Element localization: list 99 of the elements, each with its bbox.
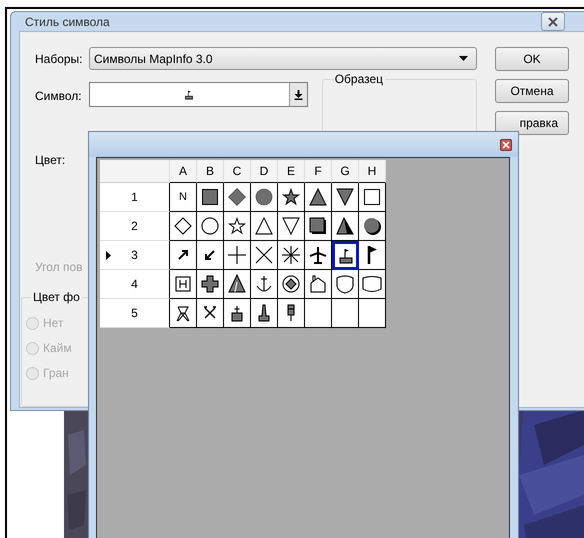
star-outline-icon [227,216,247,236]
dialog-button[interactable]: OK [495,47,569,71]
group-title: Цвет фо [31,290,82,304]
window-title: Стиль символа [25,14,110,28]
diamond-outline-icon [173,216,193,236]
symbol-cell[interactable] [278,212,305,241]
symbol-cell[interactable] [278,270,305,299]
shield-icon [335,274,355,294]
symbol-icon [183,88,196,100]
symbol-cell[interactable] [251,212,278,241]
symbol-cell[interactable] [197,183,224,212]
square-shadow-icon [308,216,328,236]
symbol-cell[interactable] [251,270,278,299]
circle-filled-icon [254,187,274,207]
triangle-outline-icon [254,216,274,236]
symbol-cell[interactable] [224,299,251,328]
sphere-icon [362,216,382,236]
row-header[interactable]: 2 [100,212,170,241]
symbol-cell[interactable] [251,183,278,212]
symbol-cell[interactable] [305,183,332,212]
column-header: E [278,160,305,183]
triangle-down-filled-icon [335,187,355,207]
field-label: Цвет: [35,153,66,167]
dialog-button[interactable]: правка [495,111,569,135]
sets-dropdown[interactable]: Символы MapInfo 3.0 [89,47,477,70]
column-header: A [170,160,197,183]
anchor-icon [254,274,274,294]
column-header: H [359,160,386,183]
field-label: Наборы: [35,52,84,66]
symbol-cell[interactable] [197,270,224,299]
symbol-cell[interactable] [278,241,305,270]
symbol-cell[interactable] [332,183,359,212]
symbol-cell[interactable] [305,241,332,270]
column-header: G [332,160,359,183]
row-header[interactable]: 5 [100,299,170,328]
column-header: F [305,160,332,183]
symbol-cell[interactable] [170,212,197,241]
symbol-cell[interactable] [197,299,224,328]
symbol-cell[interactable] [170,241,197,270]
symbol-cell[interactable] [224,270,251,299]
close-button[interactable] [541,12,565,31]
symbol-cell[interactable] [278,299,305,328]
symbol-cell[interactable] [359,183,386,212]
symbol-cell[interactable] [305,299,332,328]
tent-icon [227,274,247,294]
circle-outline-icon [200,216,220,236]
cross-icon [254,245,274,265]
target-icon [281,274,301,294]
field-label: Символ: [35,89,83,103]
group-title: Образец [332,72,386,86]
triangle-filled-icon [308,187,328,207]
close-icon [547,16,559,26]
symbol-cell[interactable] [197,241,224,270]
star-filled-icon [281,187,301,207]
symbol-cell[interactable] [359,212,386,241]
symbol-cell[interactable] [224,241,251,270]
symbol-cell[interactable] [197,212,224,241]
column-header: C [224,160,251,183]
symbol-cell[interactable] [251,299,278,328]
symbol-cell[interactable] [278,183,305,212]
diamond-filled-icon [227,187,247,207]
dropdown-arrow-icon [459,56,468,62]
symbol-dropdown[interactable] [88,82,308,107]
plus-icon [227,245,247,265]
house-icon [308,274,328,294]
shield-wide-icon [362,274,382,294]
symbol-cell[interactable] [305,212,332,241]
symbol-cell[interactable] [224,183,251,212]
symbol-cell[interactable]: N [170,183,197,212]
dropdown-arrow-icon [294,89,303,100]
square-filled-icon [200,187,220,207]
row-header[interactable]: 1 [100,183,170,212]
symbol-cell[interactable] [359,299,386,328]
airplane-icon [308,245,328,265]
symbol-cell[interactable] [170,299,197,328]
column-header: B [197,160,224,183]
symbol-cell[interactable] [332,299,359,328]
dialog-button[interactable]: Отмена [495,79,569,103]
symbol-cell[interactable] [332,241,359,270]
close-button[interactable] [500,138,512,150]
row-header[interactable]: 4 [100,270,170,299]
symbol-cell[interactable] [332,212,359,241]
cross-filled-icon [200,274,220,294]
pyramid-icon [335,216,355,236]
column-header: D [251,160,278,183]
triangle-down-outline-icon [281,216,301,236]
symbol-cell[interactable] [305,270,332,299]
symbol-cell[interactable] [170,270,197,299]
square-outline-icon [362,187,382,207]
row-header[interactable]: 3 [100,241,170,270]
symbol-cell[interactable] [251,241,278,270]
field-label: Угол пов [35,260,82,274]
symbol-cell[interactable] [359,241,386,270]
symbol-cell[interactable] [224,212,251,241]
close-icon [502,140,510,148]
hospital-icon [173,274,193,294]
asterisk-icon [281,245,301,265]
symbol-cell[interactable] [332,270,359,299]
symbol-cell[interactable] [359,270,386,299]
